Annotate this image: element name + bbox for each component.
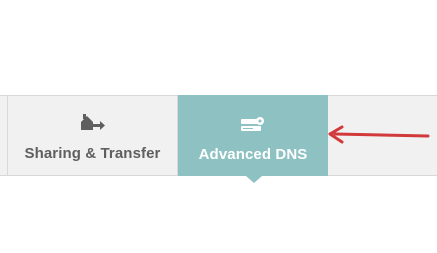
house-arrow-icon xyxy=(80,113,106,133)
tab-sharing-transfer[interactable]: Sharing & Transfer xyxy=(8,95,178,176)
tab-advanced-dns-label: Advanced DNS xyxy=(198,146,308,163)
screen: Sharing & Transfer Advanced DNS xyxy=(0,0,437,253)
tab-advanced-dns[interactable]: Advanced DNS xyxy=(178,95,328,183)
server-gear-icon xyxy=(240,114,266,134)
tab-bar-left-edge xyxy=(0,96,8,175)
annotation-arrow xyxy=(328,125,430,144)
tab-sharing-transfer-label: Sharing & Transfer xyxy=(24,145,161,162)
